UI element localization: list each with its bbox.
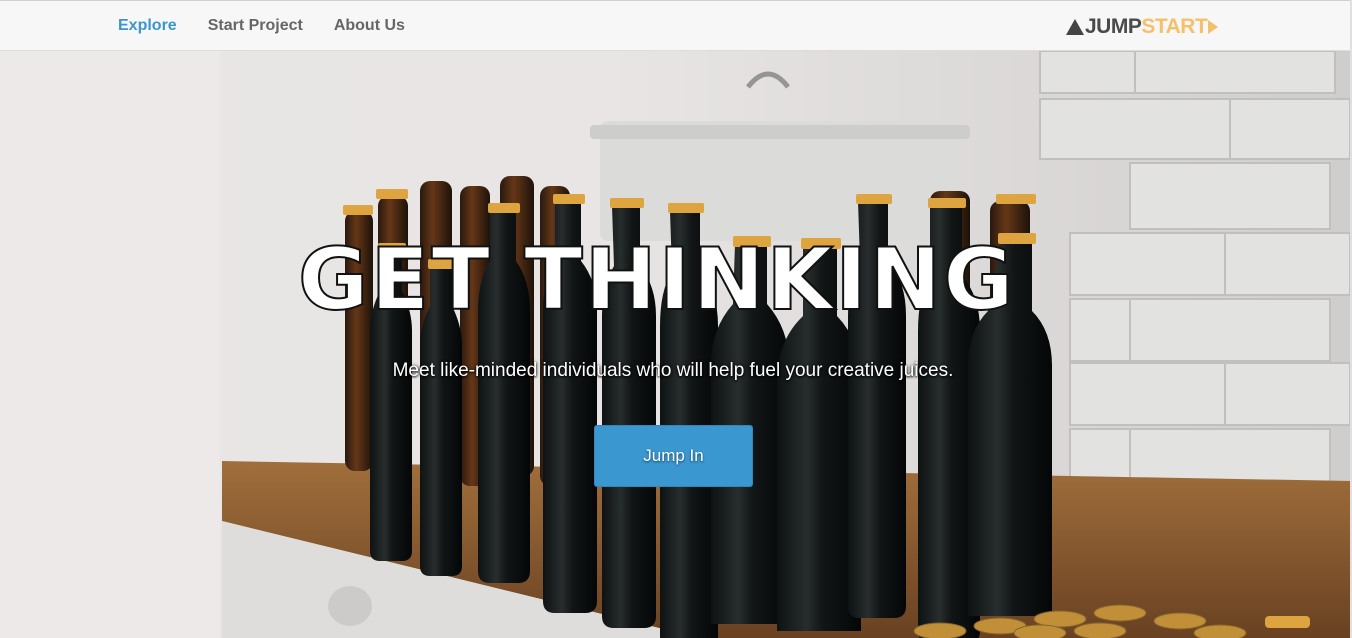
hero-overlay (0, 51, 1352, 638)
logo-text-jump: JUMP (1085, 15, 1142, 38)
logo-arrow-icon (1208, 20, 1219, 34)
nav-link-explore[interactable]: Explore (118, 17, 177, 35)
logo-text-start: START (1141, 15, 1208, 38)
hero-subtitle: Meet like-minded individuals who will he… (392, 360, 954, 381)
jump-in-button[interactable]: Jump In (594, 425, 753, 487)
hero-section: GET THINKING Meet like-minded individual… (0, 51, 1352, 638)
nav-link-about-us[interactable]: About Us (334, 17, 405, 35)
nav-links: Explore Start Project About Us (118, 17, 405, 35)
logo-triangle-icon (1066, 19, 1084, 35)
nav-link-start-project[interactable]: Start Project (208, 17, 303, 35)
hero-title: GET THINKING (297, 230, 1016, 330)
top-navbar: Explore Start Project About Us JUMP STAR… (0, 0, 1352, 51)
jumpstart-logo[interactable]: JUMP START (1066, 14, 1219, 40)
